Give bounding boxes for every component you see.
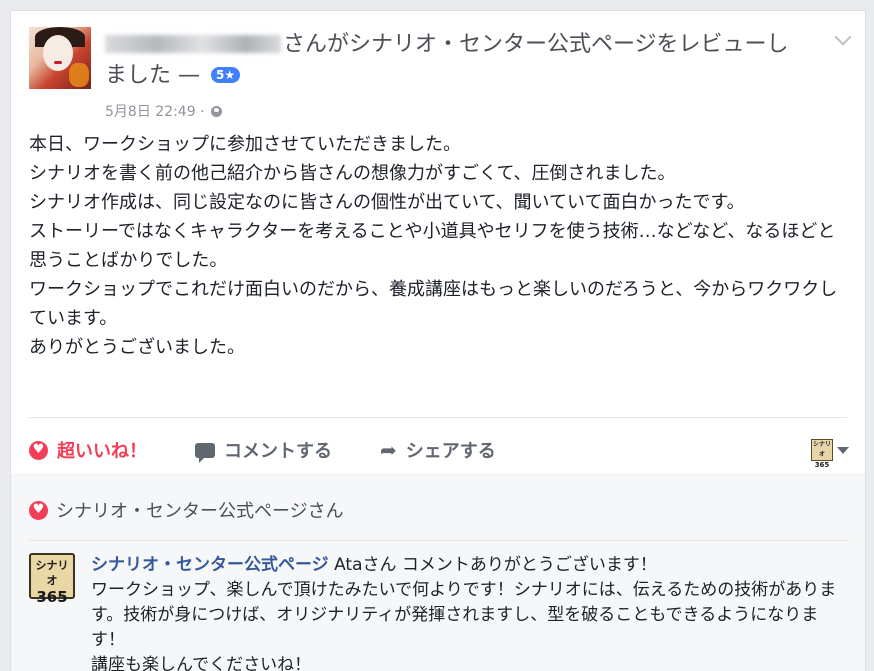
post-body-line: ありがとうございました。: [29, 337, 245, 358]
comment-first-line: シナリオ・センター公式ページ Ataさん コメントありがとうございます！: [91, 553, 841, 578]
comment-button[interactable]: コメントする: [195, 437, 332, 463]
post-body-line: シナリオ作成は、同じ設定なのに皆さんの個性が出ていて、聞いていて面白かったです。: [29, 192, 745, 213]
comment-author-link[interactable]: シナリオ・センター公式ページ: [91, 555, 329, 575]
comment-line: 講座も楽しんでくださいね！: [91, 655, 312, 671]
caret-down-icon: [837, 446, 849, 454]
commenter-avatar[interactable]: シナリオ 365: [29, 553, 75, 606]
commenter-logo-bottom: 365: [36, 588, 68, 606]
reviewer-avatar[interactable]: [29, 27, 91, 89]
heart-icon: [29, 440, 48, 460]
post-body-line: 本日、ワークショップに参加させていただきました。: [29, 134, 461, 155]
rating-badge[interactable]: 5★: [211, 67, 241, 83]
love-label: 超いいね！: [57, 441, 147, 462]
share-arrow-icon: ➦: [380, 438, 397, 462]
reaction-summary[interactable]: シナリオ・センター公式ページさん: [29, 497, 344, 523]
heart-reaction-icon: [29, 500, 48, 520]
comment-section: シナリオ・センター公式ページさん シナリオ 365 シナリオ・センター公式ページ…: [11, 473, 865, 671]
love-button[interactable]: 超いいね！: [29, 437, 147, 463]
post-meta: 5月8日 22:49 ·: [105, 101, 222, 121]
page-logo-icon: シナリオ 365: [811, 439, 833, 469]
avatar-lips: [54, 61, 62, 64]
comment-bubble-icon: [195, 442, 215, 463]
page-logo-bottom-text: 365: [814, 461, 830, 469]
commenter-logo-top: シナリオ: [35, 559, 69, 587]
avatar-ornament: [69, 63, 89, 87]
review-post-card: さんがシナリオ・センター公式ページをレビューしました — 5★ 5月8日 22:…: [10, 10, 866, 671]
post-body-line: シナリオを書く前の他己紹介から皆さんの想像力がすごくて、圧倒されました。: [29, 163, 676, 184]
page-identity-switcher[interactable]: シナリオ 365: [811, 439, 849, 469]
globe-icon: [210, 105, 222, 117]
comment-label: コメントする: [224, 441, 332, 462]
reaction-liked-by: シナリオ・センター公式ページさん: [56, 501, 344, 522]
comment-text: シナリオ・センター公式ページ Ataさん コメントありがとうございます！ ワーク…: [91, 553, 841, 671]
page-logo-top-text: シナリオ: [812, 441, 831, 458]
share-button[interactable]: ➦ シェアする: [380, 437, 496, 463]
comment-line: Ataさん コメントありがとうございます！: [334, 555, 657, 575]
reviewer-name-redacted[interactable]: [105, 35, 281, 53]
chevron-down-icon[interactable]: [834, 28, 852, 46]
comment-divider: [29, 540, 849, 541]
post-headline: さんがシナリオ・センター公式ページをレビューしました — 5★: [105, 29, 795, 91]
post-header: さんがシナリオ・センター公式ページをレビューしました — 5★ 5月8日 22:…: [29, 27, 852, 127]
avatar-face: [43, 35, 73, 71]
post-body-line: ワークショップでこれだけ面白いのだから、養成講座はもっと楽しいのだろうと、今から…: [29, 279, 838, 329]
share-label: シェアする: [405, 441, 496, 462]
comment-line: ワークショップ、楽しんで頂けたみたいで何よりです！シナリオには、伝えるための技術…: [91, 580, 837, 650]
post-actions: 超いいね！ コメントする ➦ シェアする シナリオ 365: [29, 427, 849, 473]
post-body: 本日、ワークショップに参加させていただきました。 シナリオを書く前の他己紹介から…: [29, 130, 847, 362]
post-body-line: ストーリーではなくキャラクターを考えることや小道具やセリフを使う技術…などなど、…: [29, 221, 836, 271]
actions-divider: [29, 417, 847, 418]
post-timestamp[interactable]: 5月8日 22:49 ·: [105, 101, 205, 121]
